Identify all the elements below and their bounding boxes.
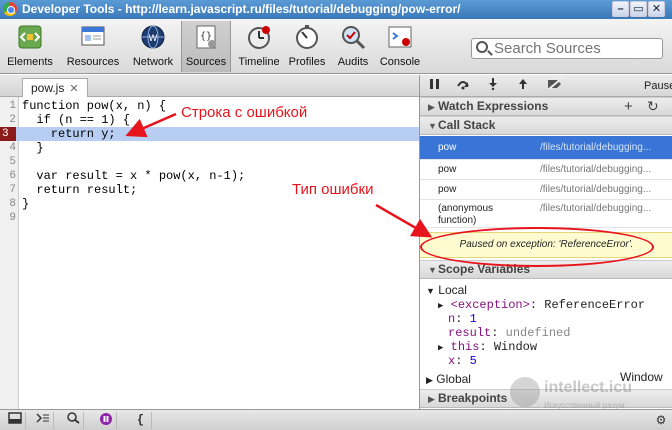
dock-icon (7, 412, 22, 424)
watermark-logo-icon (510, 377, 540, 407)
console-drawer-icon (35, 413, 49, 423)
scope-tree: ▼ Local ▶ <exception>: ReferenceError n:… (420, 281, 672, 387)
pause-on-exceptions-button[interactable] (95, 412, 117, 429)
network-icon: W (139, 23, 167, 51)
call-frame[interactable]: pow/files/tutorial/debugging... (420, 180, 672, 200)
scope-exception[interactable]: ▶ <exception>: ReferenceError (438, 298, 645, 312)
step-over-icon (457, 81, 469, 90)
file-tab-pow[interactable]: pow.js ✕ (22, 78, 88, 97)
scope-var-this[interactable]: ▶ this: Window (438, 340, 537, 354)
pause-exceptions-icon (99, 413, 112, 425)
search-input[interactable] (494, 40, 659, 57)
maximize-button[interactable]: ▭ (630, 1, 647, 17)
error-type-annotation: Тип ошибки (292, 181, 374, 198)
resume-button[interactable] (424, 78, 446, 94)
pretty-print-button[interactable]: { } (130, 412, 152, 429)
error-marker-icon: 3 (0, 127, 16, 141)
window-titlebar: Developer Tools - http://learn.javascrip… (0, 0, 672, 19)
tab-elements[interactable]: Elements (2, 21, 58, 72)
call-frame[interactable]: pow/files/tutorial/debugging... (420, 160, 672, 180)
tab-console[interactable]: Console (378, 21, 422, 72)
expand-triangle-icon: ▶ (438, 301, 444, 311)
search-icon (66, 412, 80, 424)
profiles-icon (293, 23, 321, 51)
step-over-button[interactable] (452, 78, 474, 94)
collapsed-triangle-icon: ▶ (428, 394, 435, 404)
expanded-triangle-icon: ▼ (428, 121, 437, 131)
file-tab-label: pow.js (31, 81, 65, 95)
tab-profiles[interactable]: Profiles (286, 21, 328, 72)
console-drawer-button[interactable] (32, 412, 54, 429)
tab-network[interactable]: W Network (128, 21, 178, 72)
breakpoint-toggle-icon (548, 78, 562, 90)
resume-icon (430, 79, 439, 89)
search-box[interactable] (471, 38, 663, 59)
step-into-icon (489, 78, 497, 91)
paused-label: Pause (644, 80, 672, 92)
console-icon (386, 23, 414, 51)
inspect-button[interactable] (62, 412, 84, 429)
code-editor[interactable]: 1 function pow(x, n) { 2 if (n == 1) { 3 … (0, 97, 419, 409)
close-tab-icon[interactable]: ✕ (69, 83, 78, 95)
watch-expressions-header[interactable]: ▶ Watch Expressions + ↻ (420, 97, 672, 116)
add-watch-icon[interactable]: + (624, 98, 633, 115)
step-into-button[interactable] (482, 78, 504, 94)
sources-icon: {} (192, 23, 220, 51)
deactivate-breakpoints-button[interactable] (544, 78, 566, 94)
refresh-icon[interactable]: ↻ (647, 98, 659, 115)
close-button[interactable]: ✕ (648, 1, 665, 17)
code-line: 9 (9, 212, 16, 224)
tab-resources[interactable]: Resources (62, 21, 124, 72)
chrome-icon (3, 2, 17, 16)
tab-audits[interactable]: Audits (333, 21, 373, 72)
tab-sources[interactable]: {} Sources (181, 21, 231, 72)
window-title: Developer Tools - http://learn.javascrip… (22, 2, 461, 16)
scope-var-x: x: 5 (448, 354, 477, 368)
minimize-button[interactable]: – (612, 1, 629, 17)
panel-toolbar: Elements Resources W Network {} Sources … (0, 19, 672, 74)
expanded-triangle-icon: ▼ (428, 265, 437, 275)
call-stack-header[interactable]: ▼Call Stack (420, 116, 672, 135)
code-line-error: 3 return y; (0, 127, 419, 141)
dock-button[interactable] (4, 412, 26, 429)
watermark: intellect.icu Искусственный разум (510, 375, 670, 425)
tab-timeline[interactable]: Timeline (235, 21, 283, 72)
exception-highlight-ellipse (420, 227, 654, 267)
collapsed-triangle-icon: ▶ (428, 102, 435, 112)
svg-text:W: W (149, 34, 158, 44)
scope-var-n: n: 1 (448, 312, 477, 326)
scope-local[interactable]: ▼ Local (426, 283, 467, 297)
code-line: 5 (9, 156, 16, 168)
step-out-icon (519, 79, 527, 89)
code-line: 4 } (9, 141, 44, 155)
step-out-button[interactable] (512, 78, 534, 94)
call-frame[interactable]: (anonymous function)/files/tutorial/debu… (420, 200, 672, 228)
expand-triangle-icon: ▶ (438, 343, 444, 353)
code-line: 8} (9, 197, 30, 211)
debugger-controls: Pause (420, 75, 672, 97)
timeline-icon (245, 23, 273, 51)
call-frame[interactable]: pow/files/tutorial/debugging... (420, 136, 672, 160)
elements-icon (16, 23, 44, 51)
file-tabbar: pow.js ✕ (0, 75, 419, 97)
resources-icon (79, 23, 107, 51)
scope-var-result: result: undefined (448, 326, 571, 340)
error-line-annotation: Строка с ошибкой (181, 104, 308, 121)
scope-global[interactable]: ▶ Global (426, 372, 471, 386)
svg-text:{}: {} (200, 31, 212, 42)
audits-icon (339, 23, 367, 51)
search-icon (476, 41, 488, 53)
